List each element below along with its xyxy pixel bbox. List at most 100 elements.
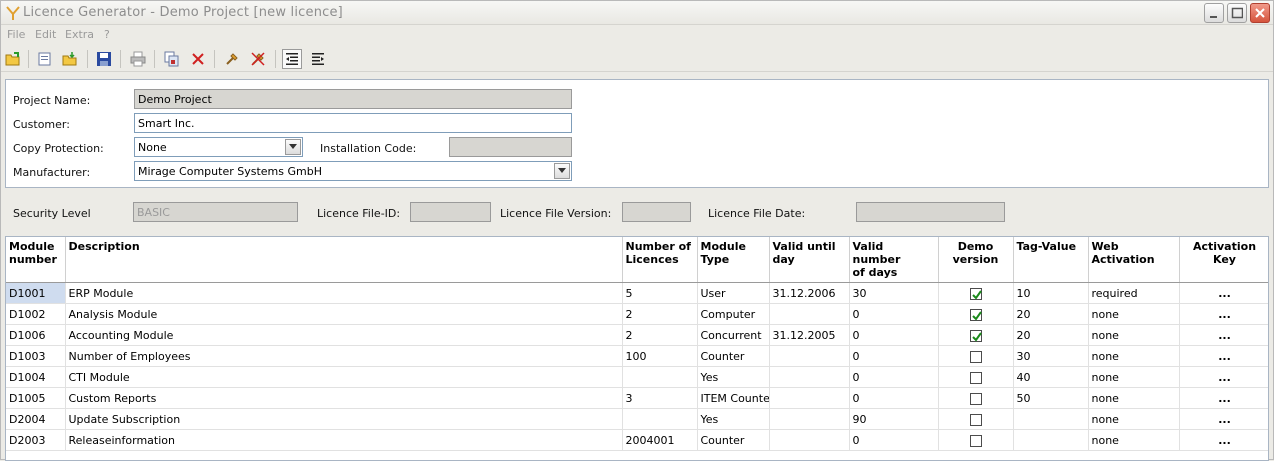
table-row[interactable]: D1002 Analysis Module 2 Computer 0 20 none... [6, 303, 1268, 325]
tag-value-cell[interactable]: 30 [1013, 345, 1089, 367]
valid-days-cell[interactable]: 0 [849, 303, 939, 325]
activation-key-cell[interactable]: ... [1179, 324, 1268, 346]
save-button[interactable] [94, 49, 114, 69]
menu-edit[interactable]: Edit [35, 28, 56, 41]
demo-version-cell[interactable] [938, 429, 1014, 451]
open-button[interactable] [60, 49, 80, 69]
indent-left-button[interactable] [282, 49, 302, 69]
valid-days-cell[interactable]: 0 [849, 366, 939, 388]
table-row[interactable]: D1006 Accounting Module 2 Concurrent 31.12.2… [6, 324, 1268, 346]
demo-version-cell[interactable] [938, 324, 1014, 346]
web-activation-cell[interactable]: none [1088, 345, 1180, 367]
table-row[interactable]: D1003 Number of Employees 100 Counter 0 30 non… [6, 345, 1268, 367]
description-cell[interactable]: Accounting Module [65, 324, 623, 346]
maximize-button[interactable] [1227, 3, 1247, 23]
column-header[interactable]: Tag-Value [1013, 237, 1089, 283]
web-activation-cell[interactable]: none [1088, 429, 1180, 451]
column-header[interactable]: Module Type [697, 237, 770, 283]
module-number-cell[interactable]: D1005 [6, 387, 66, 409]
module-type-cell[interactable]: User [697, 282, 770, 304]
demo-version-cell[interactable] [938, 345, 1014, 367]
new-document-button[interactable] [35, 49, 55, 69]
activation-key-cell[interactable]: ... [1179, 345, 1268, 367]
activation-key-cell[interactable]: ... [1179, 303, 1268, 325]
minimize-button[interactable] [1204, 3, 1224, 23]
valid-until-cell[interactable] [769, 408, 850, 430]
description-cell[interactable]: Update Subscription [65, 408, 623, 430]
tag-value-cell[interactable]: 10 [1013, 282, 1089, 304]
column-header[interactable]: Web Activation [1088, 237, 1180, 283]
valid-until-cell[interactable] [769, 387, 850, 409]
valid-until-cell[interactable]: 31.12.2006 [769, 282, 850, 304]
activation-key-button[interactable]: ... [1218, 350, 1231, 363]
module-type-cell[interactable]: Counter [697, 429, 770, 451]
activation-key-button[interactable]: ... [1218, 287, 1231, 300]
close-button[interactable] [1250, 3, 1270, 23]
copy-button[interactable] [162, 49, 182, 69]
activation-key-cell[interactable]: ... [1179, 408, 1268, 430]
description-cell[interactable]: Number of Employees [65, 345, 623, 367]
table-row[interactable]: D2003 Releaseinformation 2004001 Counter 0 no… [6, 429, 1268, 451]
table-row[interactable]: D1001 ERP Module 5 User 31.12.2006 30 10 requir… [6, 282, 1268, 304]
activation-key-button[interactable]: ... [1218, 308, 1231, 321]
tag-value-cell[interactable]: 50 [1013, 387, 1089, 409]
licences-cell[interactable]: 100 [622, 345, 698, 367]
tool-button[interactable] [222, 49, 242, 69]
valid-until-cell[interactable] [769, 366, 850, 388]
activation-key-button[interactable]: ... [1218, 434, 1231, 447]
description-cell[interactable]: Custom Reports [65, 387, 623, 409]
demo-version-cell[interactable] [938, 387, 1014, 409]
licences-cell[interactable] [622, 366, 698, 388]
module-number-cell[interactable]: D1004 [6, 366, 66, 388]
web-activation-cell[interactable]: required [1088, 282, 1180, 304]
web-activation-cell[interactable]: none [1088, 366, 1180, 388]
demo-version-checkbox[interactable] [969, 287, 982, 300]
tag-value-cell[interactable]: 40 [1013, 366, 1089, 388]
demo-version-cell[interactable] [938, 303, 1014, 325]
module-type-cell[interactable]: Yes [697, 408, 770, 430]
demo-version-checkbox[interactable] [969, 308, 982, 321]
module-type-cell[interactable]: Yes [697, 366, 770, 388]
delete-button[interactable] [188, 49, 208, 69]
licence-file-date-field[interactable] [856, 202, 1005, 222]
table-row[interactable]: D2004 Update Subscription Yes 90 none... [6, 408, 1268, 430]
module-number-cell[interactable]: D2004 [6, 408, 66, 430]
demo-version-checkbox[interactable] [969, 413, 982, 426]
demo-version-cell[interactable] [938, 366, 1014, 388]
module-type-cell[interactable]: Counter [697, 345, 770, 367]
web-activation-cell[interactable]: none [1088, 387, 1180, 409]
description-cell[interactable]: Releaseinformation [65, 429, 623, 451]
column-header[interactable]: Activation Key [1179, 237, 1268, 283]
valid-days-cell[interactable]: 0 [849, 429, 939, 451]
licence-file-id-field[interactable] [410, 202, 491, 222]
demo-version-checkbox[interactable] [969, 434, 982, 447]
module-type-cell[interactable]: Concurrent [697, 324, 770, 346]
valid-until-cell[interactable] [769, 429, 850, 451]
valid-until-cell[interactable] [769, 345, 850, 367]
valid-days-cell[interactable]: 30 [849, 282, 939, 304]
module-number-cell[interactable]: D1001 [6, 282, 66, 304]
activation-key-button[interactable]: ... [1218, 392, 1231, 405]
licences-cell[interactable] [622, 408, 698, 430]
column-header[interactable]: Number of Licences [622, 237, 698, 283]
licences-cell[interactable]: 2004001 [622, 429, 698, 451]
tag-value-cell[interactable]: 20 [1013, 303, 1089, 325]
activation-key-cell[interactable]: ... [1179, 429, 1268, 451]
demo-version-cell[interactable] [938, 408, 1014, 430]
menu-extra[interactable]: Extra [65, 28, 94, 41]
module-type-cell[interactable]: Computer [697, 303, 770, 325]
project-name-field[interactable]: Demo Project [134, 89, 572, 109]
activation-key-cell[interactable]: ... [1179, 366, 1268, 388]
description-cell[interactable]: ERP Module [65, 282, 623, 304]
indent-right-button[interactable] [308, 49, 328, 69]
valid-days-cell[interactable]: 0 [849, 345, 939, 367]
licences-cell[interactable]: 2 [622, 303, 698, 325]
installation-code-field[interactable] [449, 137, 572, 157]
table-row[interactable]: D1004 CTI Module Yes 0 40 none... [6, 366, 1268, 388]
licences-cell[interactable]: 2 [622, 324, 698, 346]
manufacturer-dropdown-button[interactable] [554, 163, 570, 179]
module-type-cell[interactable]: ITEM Counter [697, 387, 770, 409]
print-button[interactable] [128, 49, 148, 69]
demo-version-cell[interactable] [938, 282, 1014, 304]
valid-until-cell[interactable]: 31.12.2005 [769, 324, 850, 346]
